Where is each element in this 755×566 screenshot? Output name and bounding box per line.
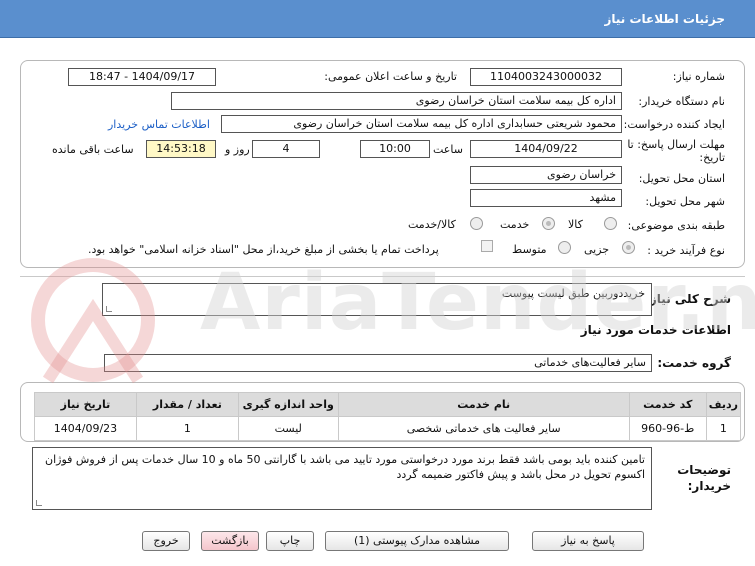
service-group-label: گروه خدمت: xyxy=(657,356,731,370)
deadline-label: مهلت ارسال پاسخ: تا xyxy=(627,138,725,151)
cell-need-date: 1404/09/23 xyxy=(34,416,137,441)
process-label: نوع فرآیند خرید : xyxy=(647,244,725,257)
province-field: خراسان رضوی xyxy=(470,166,622,184)
notes-resize-handle[interactable] xyxy=(36,500,42,506)
reply-button[interactable]: پاسخ به نیاز xyxy=(532,531,644,551)
buyer-notes-text: تامین کننده باید بومی باشد فقط برند مورد… xyxy=(45,453,645,481)
table-row: 1 ط-96-960 سایر فعالیت های خدماتی شخصی ل… xyxy=(34,416,742,441)
print-button[interactable]: چاپ xyxy=(266,531,314,551)
need-number-field: 1104003243000032 xyxy=(470,68,622,86)
deadline-time-field: 10:00 xyxy=(360,140,430,158)
category-service-radio[interactable] xyxy=(542,217,555,230)
process-medium-radio[interactable] xyxy=(558,241,571,254)
need-number-label: شماره نیاز: xyxy=(672,70,725,83)
category-goods-service-label: کالا/خدمت xyxy=(408,218,456,231)
announce-label: تاریخ و ساعت اعلان عمومی: xyxy=(324,70,457,83)
exit-button[interactable]: خروج xyxy=(142,531,190,551)
city-field: مشهد xyxy=(470,189,622,207)
title-bar: جزئیات اطلاعات نیاز xyxy=(0,0,755,38)
province-label: استان محل تحویل: xyxy=(638,172,725,185)
cell-unit: لیست xyxy=(237,416,339,441)
category-label: طبقه بندی موضوعی: xyxy=(627,219,725,232)
cell-quantity: 1 xyxy=(135,416,239,441)
back-button[interactable]: بازگشت xyxy=(201,531,259,551)
col-service-code: کد خدمت xyxy=(628,392,707,417)
watermark-text: AriaTender.net xyxy=(200,258,755,348)
attachments-button[interactable]: مشاهده مدارک پیوستی (1) xyxy=(325,531,509,551)
col-unit: واحد اندازه گیری xyxy=(237,392,339,417)
deadline-date-label: تاریخ: xyxy=(699,151,725,164)
remaining-label: ساعت باقی مانده xyxy=(52,143,134,156)
days-label: روز و xyxy=(225,143,250,156)
city-label: شهر محل تحویل: xyxy=(645,195,725,208)
contact-buyer-link[interactable]: اطلاعات تماس خریدار xyxy=(108,118,210,131)
col-service-name: نام خدمت xyxy=(337,392,630,417)
cell-service-code: ط-96-960 xyxy=(628,416,707,441)
watermark-logo xyxy=(31,258,155,384)
process-minor-label: جزیی xyxy=(584,243,610,256)
buyer-org-label: نام دستگاه خریدار: xyxy=(638,95,725,108)
time-label: ساعت xyxy=(433,143,463,156)
category-goods-label: کالا xyxy=(568,218,583,231)
page-title: جزئیات اطلاعات نیاز xyxy=(604,12,725,26)
process-minor-radio[interactable] xyxy=(622,241,635,254)
category-goods-service-radio[interactable] xyxy=(470,217,483,230)
category-goods-radio[interactable] xyxy=(604,217,617,230)
treasury-payment-checkbox[interactable] xyxy=(481,240,493,252)
creator-label: ایجاد کننده درخواست: xyxy=(623,118,725,131)
cell-service-name: سایر فعالیت های خدماتی شخصی xyxy=(337,416,630,441)
announce-field: 1404/09/17 - 18:47 xyxy=(68,68,216,86)
buyer-notes-label: توضیحات xyxy=(677,463,731,477)
remaining-time-field: 14:53:18 xyxy=(146,140,216,158)
service-group-field: سایر فعالیت‌های خدماتی xyxy=(104,354,652,372)
category-service-label: خدمت xyxy=(500,218,530,231)
buyer-notes-textarea[interactable]: تامین کننده باید بومی باشد فقط برند مورد… xyxy=(32,447,652,510)
deadline-date-field: 1404/09/22 xyxy=(470,140,622,158)
cell-row: 1 xyxy=(705,416,742,441)
buyer-notes-label-2: خریدار: xyxy=(687,479,731,493)
days-field: 4 xyxy=(252,140,320,158)
col-row: ردیف xyxy=(705,392,742,417)
creator-field: محمود شریعتی حسابداری اداره کل بیمه سلام… xyxy=(221,115,622,133)
buyer-org-field: اداره کل بیمه سلامت استان خراسان رضوی xyxy=(171,92,622,110)
process-medium-label: متوسط xyxy=(512,243,547,256)
